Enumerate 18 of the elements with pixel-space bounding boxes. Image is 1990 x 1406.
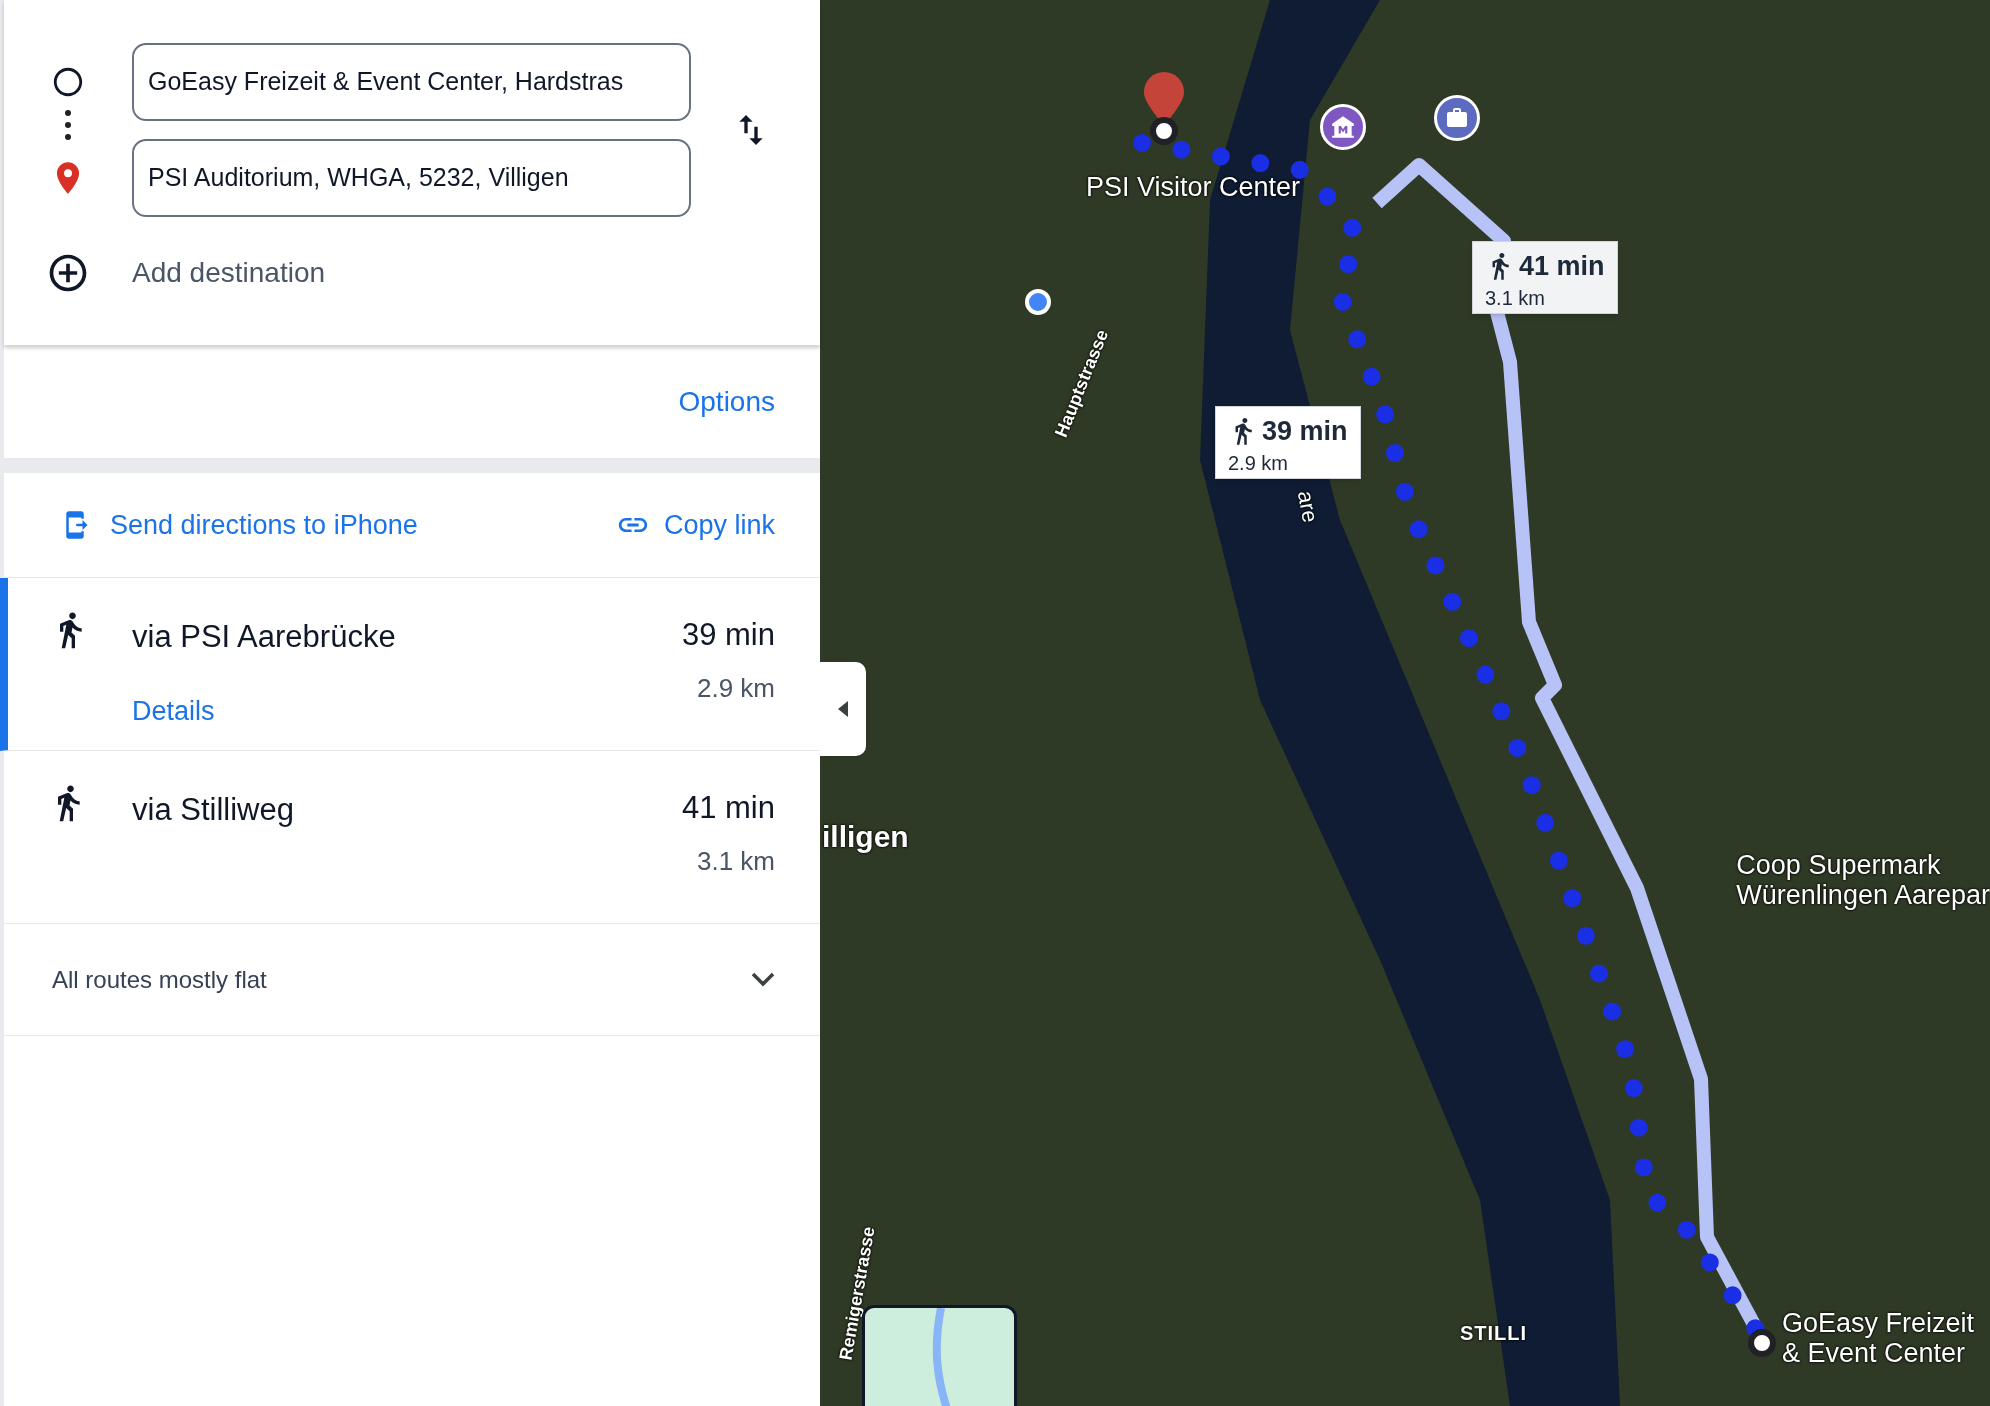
route-name: via Stilliweg (132, 791, 295, 829)
route-name: via PSI Aarebrücke (132, 618, 397, 656)
map-label: Coop Supermark Würenlingen Aarepar (1736, 850, 1990, 910)
location-value: GoEasy Freizeit & Event Center, Hardstras (148, 66, 624, 98)
route-duration: 39 min (681, 616, 775, 654)
map-label: GoEasy Freizeit & Event Center (1782, 1308, 1975, 1368)
route-duration: 41 min (681, 789, 775, 827)
route-distance: 3.1 km (696, 844, 775, 878)
map-label: STILLI (1460, 1321, 1528, 1346)
map-label: are (1291, 488, 1324, 525)
location-value: PSI Auditorium, WHGA, 5232, Villigen (148, 162, 569, 194)
callout-duration: 39 min (1262, 415, 1348, 448)
callout-distance: 2.9 km (1228, 451, 1290, 474)
map-label: illigen (822, 819, 909, 855)
route-distance: 2.9 km (696, 671, 775, 705)
callout-duration: 41 min (1519, 250, 1605, 283)
callout-distance: 3.1 km (1485, 286, 1547, 309)
map-label: PSI Visitor Center (1086, 172, 1301, 202)
